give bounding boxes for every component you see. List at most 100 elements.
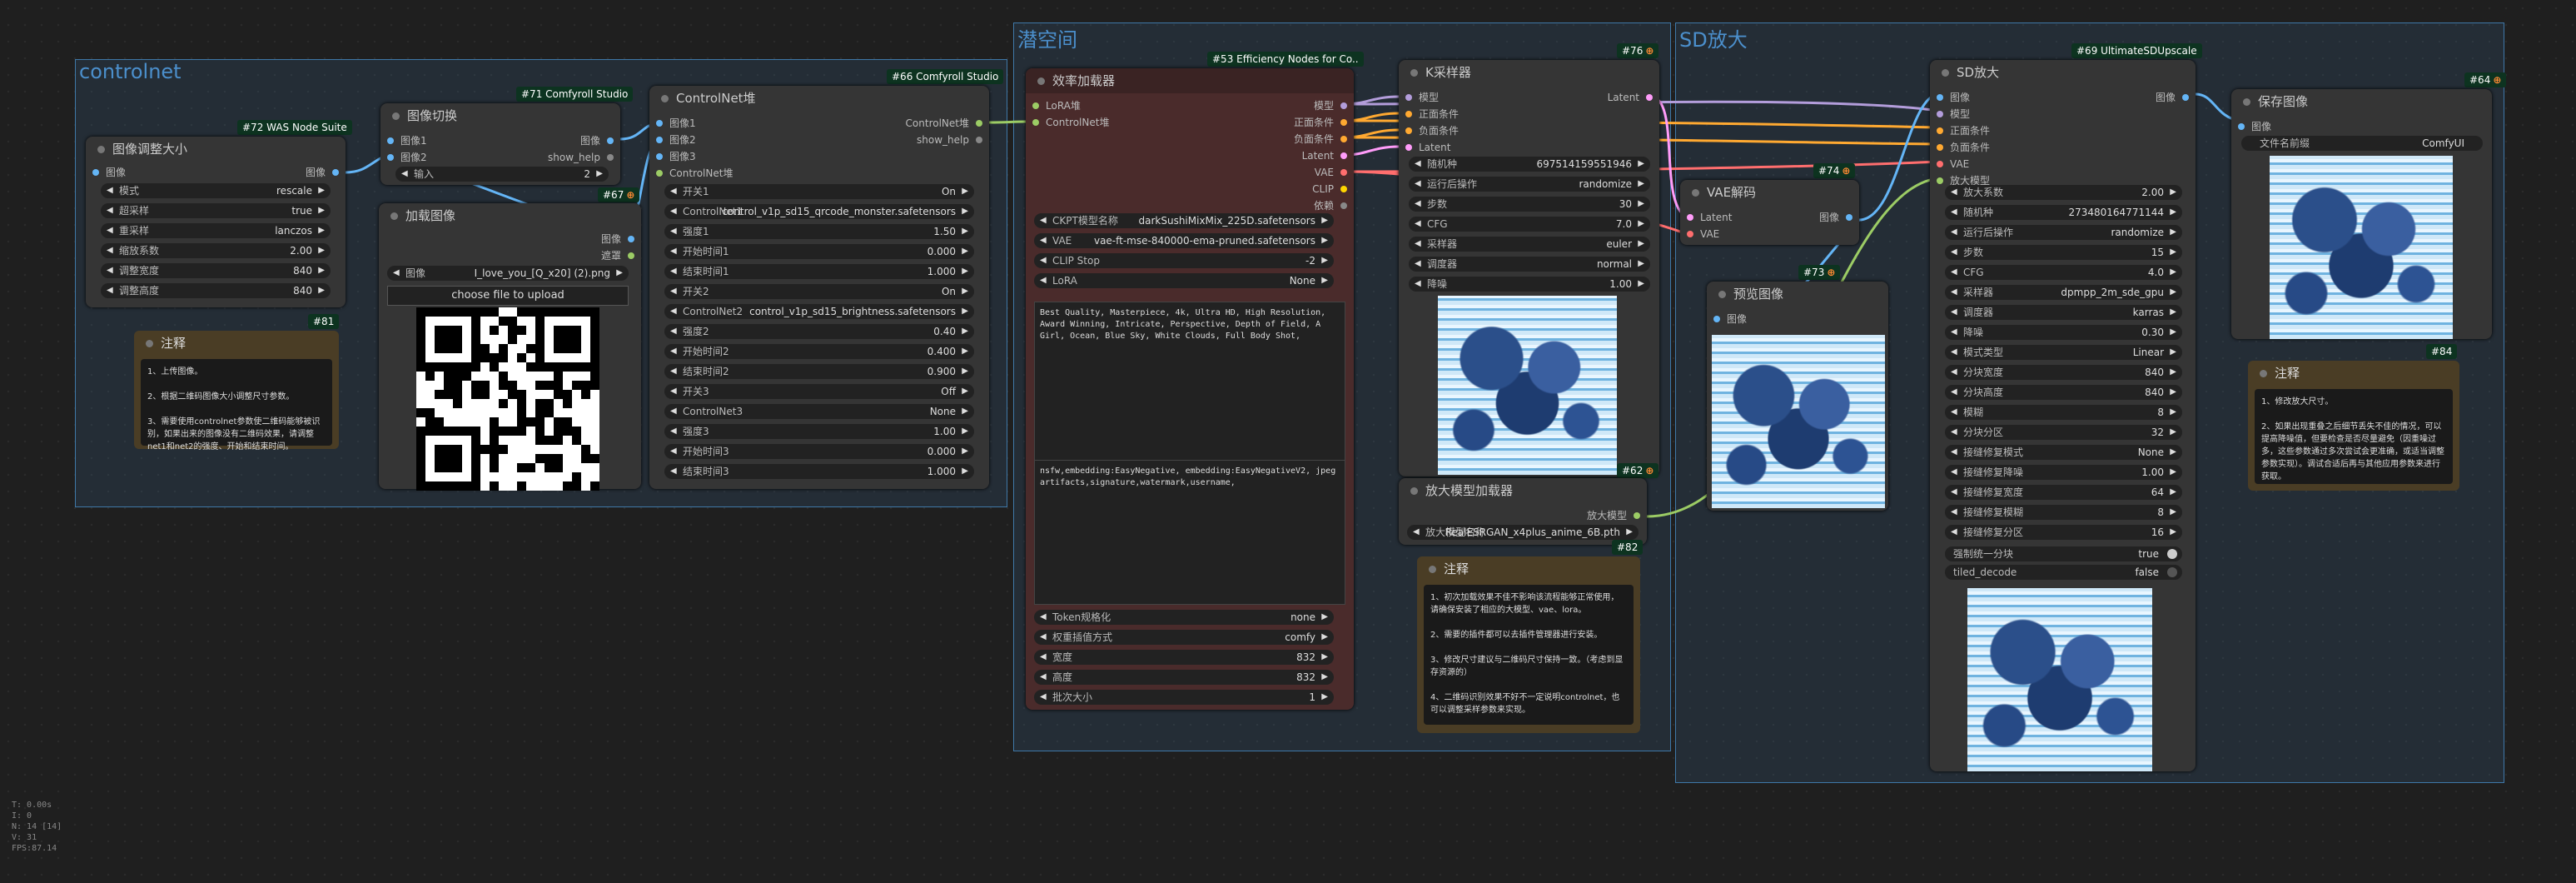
input-1[interactable]: 模型 (1937, 107, 1970, 122)
widget-5[interactable]: ◀ 调度器 normal ▶ (1409, 257, 1650, 272)
widget-5[interactable]: ◀ 开关2 On ▶ (664, 284, 974, 299)
vae-decode-node[interactable]: VAE解码 Latent VAE 图像 (1680, 180, 1859, 245)
widget-13[interactable]: ◀ 开始时间3 0.000 ▶ (664, 444, 974, 459)
widget-2[interactable]: ◀ 运行后操作 randomize ▶ (1945, 225, 2182, 240)
ksampler-node[interactable]: K采样器 模型 正面条件 负面条件 Latent Latent ◀ 随机种 6975141… (1399, 60, 1659, 476)
widget-12[interactable]: ◀ 分块分区 32 ▶ (1945, 425, 2182, 440)
input-1[interactable]: 图像2 (656, 132, 696, 147)
widget-1[interactable]: ◀ 随机种 273480164771144 ▶ (1945, 205, 2182, 220)
widget-2[interactable]: ◀ 步数 30 ▶ (1409, 197, 1650, 212)
toggle-force-uniform-tiles[interactable]: 强制统一分块 true (1945, 546, 2182, 561)
widget-upscale-model-name[interactable]: ◀ 放大模型名称 RealESRGAN_x4plus_anime_6B.pth ▶ (1407, 525, 1639, 540)
negative-prompt[interactable]: nsfw,embedding:EasyNegative, embedding:E… (1034, 460, 1345, 605)
widget-filename-prefix[interactable]: 文件名前缀 ComfyUI (2241, 136, 2483, 151)
widget-2[interactable]: ◀ 宽度 832 ▶ (1034, 650, 1334, 665)
input-vae[interactable]: VAE (1687, 227, 1719, 242)
input-4[interactable]: VAE (1937, 157, 1969, 172)
widget-0[interactable]: ◀ 随机种 697514159551946 ▶ (1409, 157, 1650, 172)
output-controlnet-stack[interactable]: ControlNet堆 (906, 116, 982, 131)
note-text[interactable]: 1、修改放大尺寸。 2、如果出现重叠之后细节丢失不佳的情况，可以提高降噪值，但要… (2255, 389, 2453, 484)
input-image1[interactable]: 图像1 (387, 133, 427, 148)
upload-button[interactable]: choose file to upload (387, 286, 629, 306)
widget-2[interactable]: ◀ 强度1 1.50 ▶ (664, 224, 974, 239)
input-1[interactable]: 正面条件 (1405, 107, 1459, 122)
widget-8[interactable]: ◀ 开始时间2 0.400 ▶ (664, 344, 974, 359)
output-3[interactable]: Latent (1302, 148, 1347, 163)
controlnet-stack-node[interactable]: ControlNet堆 图像1 图像2 图像3 ControlNet堆 Control… (649, 86, 989, 489)
widget-7[interactable]: ◀ 降噪 0.30 ▶ (1945, 325, 2182, 340)
output-4[interactable]: VAE (1315, 165, 1347, 180)
input-3[interactable]: 负面条件 (1937, 140, 1990, 155)
input-image[interactable]: 图像 (2238, 119, 2271, 134)
widget-2[interactable]: ◀ CLIP Stop -2 ▶ (1034, 253, 1334, 268)
output-mask[interactable]: 遮罩 (601, 248, 634, 263)
input-controlnet-stack[interactable]: ControlNet堆 (1032, 115, 1109, 130)
widget-11[interactable]: ◀ 模糊 8 ▶ (1945, 405, 2182, 420)
sd-upscale-node[interactable]: SD放大 图像 模型 正面条件 负面条件 VAE 放大模型 图像 ◀ 放大系数 2.00 ▶ ◀ 随… (1930, 60, 2196, 771)
output-6[interactable]: 依赖 (1314, 198, 1347, 213)
widget-14[interactable]: ◀ 接缝修复降噪 1.00 ▶ (1945, 465, 2182, 480)
image-switch-node[interactable]: 图像切换 图像1 图像2 图像 show_help ◀ 输入 2 ▶ (380, 103, 620, 185)
output-0[interactable]: 模型 (1314, 98, 1347, 113)
widget-14[interactable]: ◀ 结束时间3 1.000 ▶ (664, 464, 974, 479)
output-1[interactable]: 正面条件 (1294, 115, 1347, 130)
widget-3[interactable]: ◀ CFG 7.0 ▶ (1409, 217, 1650, 232)
widget-12[interactable]: ◀ 强度3 1.00 ▶ (664, 424, 974, 439)
load-image-node[interactable]: 加载图像 图像 遮罩 ◀ 图像 I_love_you_[Q_x20] (2).png… (379, 203, 641, 491)
input-2[interactable]: 负面条件 (1405, 123, 1459, 138)
widget-16[interactable]: ◀ 接缝修复模糊 8 ▶ (1945, 505, 2182, 520)
widget-10[interactable]: ◀ 分块高度 840 ▶ (1945, 385, 2182, 400)
widget-input[interactable]: ◀ 输入 2 ▶ (395, 167, 609, 182)
output-show-help[interactable]: show_help (548, 150, 614, 165)
output-upscale-model[interactable]: 放大模型 (1587, 508, 1640, 523)
note-node[interactable]: 注释 1、修改放大尺寸。 2、如果出现重叠之后细节丢失不佳的情况，可以提高降噪值… (2248, 361, 2459, 491)
input-2[interactable]: 正面条件 (1937, 123, 1990, 138)
widget-1[interactable]: ◀ 超采样 true ▶ (101, 203, 331, 218)
image-resize-node[interactable]: 图像调整大小 图像 图像 ◀ 模式 rescale ▶ ◀ 超采样 true ▶ ◀ 重采样 lan… (86, 137, 346, 307)
widget-17[interactable]: ◀ 接缝修复分区 16 ▶ (1945, 525, 2182, 540)
note-text[interactable]: 1、初次加载效果不佳不影响该流程能够正常使用，请确保安装了相应的大模型、vae、… (1424, 585, 1634, 725)
widget-6[interactable]: ◀ 降噪 1.00 ▶ (1409, 277, 1650, 292)
widget-3[interactable]: ◀ 开始时间1 0.000 ▶ (664, 244, 974, 259)
output-5[interactable]: CLIP (1312, 182, 1347, 197)
upscale-model-loader-node[interactable]: 放大模型加载器 放大模型 ◀ 放大模型名称 RealESRGAN_x4plus_an… (1399, 478, 1647, 545)
note-text[interactable]: 1、上传图像。 2、根据二维码图像大小调整尺寸参数。 3、需要使用control… (141, 359, 332, 451)
widget-11[interactable]: ◀ ControlNet3 None ▶ (664, 404, 974, 419)
input-lora-stack[interactable]: LoRA堆 (1032, 98, 1081, 113)
widget-1[interactable]: ◀ VAE vae-ft-mse-840000-ema-pruned.safeten… (1034, 233, 1334, 248)
widget-4[interactable]: ◀ 调整宽度 840 ▶ (101, 263, 331, 278)
widget-5[interactable]: ◀ 采样器 dpmpp_2m_sde_gpu ▶ (1945, 285, 2182, 300)
widget-15[interactable]: ◀ 接缝修复宽度 64 ▶ (1945, 485, 2182, 500)
widget-0[interactable]: ◀ Token规格化 none ▶ (1034, 610, 1334, 625)
output-image[interactable]: 图像 (1819, 210, 1852, 225)
save-image-node[interactable]: 保存图像 图像 文件名前缀 ComfyUI (2231, 89, 2492, 339)
widget-0[interactable]: ◀ 放大系数 2.00 ▶ (1945, 185, 2182, 200)
widget-1[interactable]: ◀ ControlNet1 control_v1p_sd15_qrcode_mons… (664, 204, 974, 219)
widget-0[interactable]: ◀ 开关1 On ▶ (664, 184, 974, 199)
widget-7[interactable]: ◀ 强度2 0.40 ▶ (664, 324, 974, 339)
preview-image-node[interactable]: 预览图像 图像 (1707, 282, 1888, 511)
widget-4[interactable]: ◀ 结束时间1 1.000 ▶ (664, 264, 974, 279)
toggle-tiled-decode[interactable]: tiled_decode false (1945, 565, 2182, 580)
input-0[interactable]: 模型 (1405, 90, 1439, 105)
efficiency-loader-node[interactable]: 效率加载器 LoRA堆 ControlNet堆 模型 正面条件 负面条件 Latent… (1026, 68, 1354, 710)
output-image[interactable]: 图像 (580, 133, 614, 148)
widget-5[interactable]: ◀ 调整高度 840 ▶ (101, 283, 331, 298)
widget-9[interactable]: ◀ 结束时间2 0.900 ▶ (664, 364, 974, 379)
widget-3[interactable]: ◀ 缩放系数 2.00 ▶ (101, 243, 331, 258)
widget-6[interactable]: ◀ 调度器 karras ▶ (1945, 305, 2182, 320)
widget-1[interactable]: ◀ 运行后操作 randomize ▶ (1409, 177, 1650, 192)
output-show-help[interactable]: show_help (917, 132, 982, 147)
note-node[interactable]: 注释 1、初次加载效果不佳不影响该流程能够正常使用，请确保安装了相应的大模型、v… (1417, 556, 1640, 733)
input-latent[interactable]: Latent (1687, 210, 1732, 225)
output-image[interactable]: 图像 (601, 232, 634, 247)
widget-3[interactable]: ◀ 高度 832 ▶ (1034, 670, 1334, 685)
input-0[interactable]: 图像1 (656, 116, 696, 131)
input-image[interactable]: 图像 (92, 165, 126, 180)
output-image[interactable]: 图像 (2156, 90, 2189, 105)
input-0[interactable]: 图像 (1937, 90, 1970, 105)
widget-image-file[interactable]: ◀ 图像 I_love_you_[Q_x20] (2).png ▶ (387, 266, 629, 281)
widget-8[interactable]: ◀ 模式类型 Linear ▶ (1945, 345, 2182, 360)
output-latent[interactable]: Latent (1608, 90, 1653, 105)
output-image[interactable]: 图像 (306, 165, 339, 180)
